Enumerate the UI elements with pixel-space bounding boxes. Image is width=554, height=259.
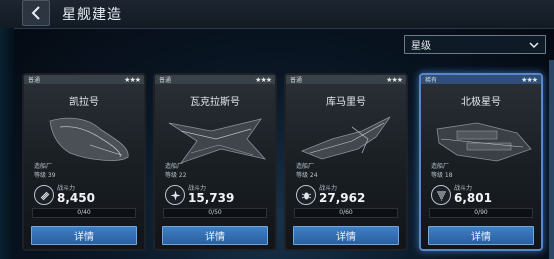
ship-card[interactable]: 普通 ★★★ 凯拉号 造船厂 等级 39 战斗力 8,450 0/40 详情 [22, 73, 146, 251]
rarity-label: 普通 [159, 77, 172, 84]
top-bar: 星舰建造 [0, 0, 554, 29]
rarity-label: 稀有 [425, 77, 438, 84]
ship-image [168, 118, 267, 164]
rarity-bar: 普通 ★★★ [24, 75, 144, 84]
shipyard-level: 等级 18 [431, 172, 453, 179]
ship-card[interactable]: 稀有 ★★★ 北极星号 造船厂 等级 18 战斗力 6,801 0/90 详情 [419, 73, 543, 251]
progress-bar: 0/60 [294, 208, 398, 218]
power-value: 6,801 [454, 191, 492, 205]
power-value: 15,739 [188, 191, 235, 205]
bug-emblem-icon [296, 185, 316, 205]
progress-bar: 0/50 [163, 208, 267, 218]
right-edge-panel [549, 60, 554, 259]
progress-bar: 0/40 [32, 208, 136, 218]
page-title: 星舰建造 [62, 7, 122, 23]
rarity-label: 普通 [28, 77, 41, 84]
ship-image [436, 122, 532, 162]
sort-dropdown[interactable]: 星级 [404, 35, 546, 54]
rarity-bar: 普通 ★★★ [155, 75, 275, 84]
shipyard-label: 造船厂 [296, 163, 315, 170]
ship-image [49, 117, 129, 161]
chevron-down-icon [529, 41, 539, 48]
chevron-left-icon [31, 6, 40, 20]
details-button[interactable]: 详情 [162, 226, 268, 245]
ship-name: 凯拉号 [69, 97, 99, 108]
shipyard-level: 等级 22 [165, 172, 187, 179]
star-emblem-icon [165, 185, 185, 205]
power-value: 8,450 [57, 191, 95, 205]
ship-name: 库马里号 [326, 97, 366, 108]
ship-name: 瓦克拉斯号 [190, 97, 240, 108]
progress-text: 0/40 [77, 209, 91, 216]
shipyard-label: 造船厂 [165, 163, 184, 170]
star-rating: ★★★ [386, 75, 403, 84]
progress-bar: 0/90 [429, 208, 533, 218]
star-rating: ★★★ [521, 75, 538, 84]
shipyard-level: 等级 39 [34, 172, 56, 179]
ship-card[interactable]: 普通 ★★★ 库马里号 造船厂 等级 24 战斗力 27,962 0/60 详情 [284, 73, 408, 251]
tornado-emblem-icon [431, 185, 451, 205]
shipyard-label: 造船厂 [431, 163, 450, 170]
star-rating: ★★★ [255, 75, 272, 84]
progress-text: 0/60 [339, 209, 353, 216]
ship-card[interactable]: 普通 ★★★ 瓦克拉斯号 造船厂 等级 22 战斗力 15,739 0/50 详… [153, 73, 277, 251]
left-edge-panel [0, 28, 14, 259]
power-value: 27,962 [319, 191, 366, 205]
details-button[interactable]: 详情 [428, 226, 534, 245]
rarity-bar: 稀有 ★★★ [421, 75, 541, 84]
ship-name: 北极星号 [461, 97, 501, 108]
details-button[interactable]: 详情 [31, 226, 137, 245]
star-rating: ★★★ [124, 75, 141, 84]
rarity-label: 普通 [290, 77, 303, 84]
progress-text: 0/50 [208, 209, 222, 216]
shipyard-label: 造船厂 [34, 163, 53, 170]
sort-dropdown-value: 星级 [411, 41, 431, 52]
back-button[interactable] [22, 0, 50, 26]
progress-text: 0/90 [474, 209, 488, 216]
shipyard-level: 等级 24 [296, 172, 318, 179]
rarity-bar: 普通 ★★★ [286, 75, 406, 84]
details-button[interactable]: 详情 [293, 226, 399, 245]
ship-image [300, 116, 391, 160]
stripes-emblem-icon [34, 185, 54, 205]
